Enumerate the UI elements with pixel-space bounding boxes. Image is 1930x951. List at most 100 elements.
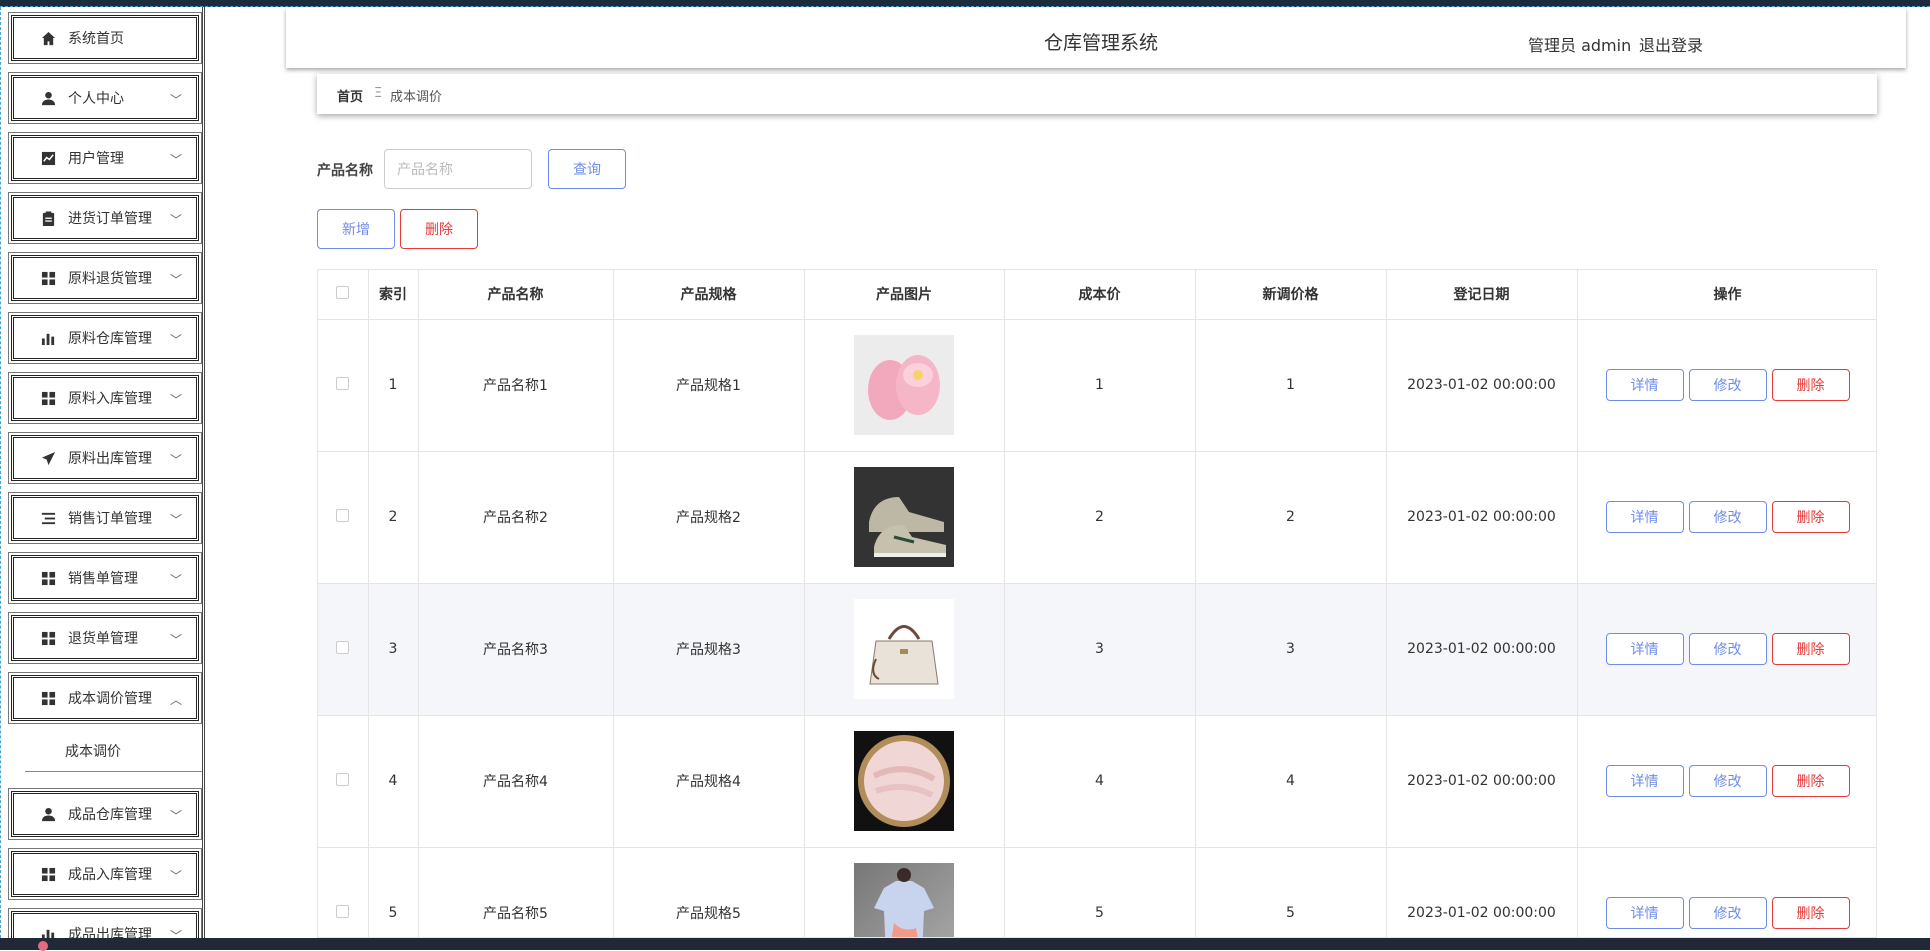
sidebar-item[interactable]: 成品仓库管理 ﹀: [1, 783, 202, 843]
cell-index: 5: [368, 847, 419, 937]
detail-button[interactable]: 详情: [1605, 501, 1684, 533]
table-row: 1 产品名称1 产品规格1 1 1 2023-01-02 00:00:00 详情 修改 删除: [318, 319, 1876, 452]
detail-button[interactable]: 详情: [1605, 369, 1684, 401]
delete-button[interactable]: 删除: [1771, 501, 1850, 533]
sidebar-item-box[interactable]: 原料仓库管理 ﹀: [8, 312, 202, 364]
search-label: 产品名称: [317, 163, 373, 179]
edit-button[interactable]: 修改: [1688, 897, 1767, 929]
row-checkbox[interactable]: [336, 508, 350, 522]
sidebar-item-box[interactable]: 销售单管理 ﹀: [8, 552, 202, 604]
sidebar-item[interactable]: 成品入库管理 ﹀: [1, 843, 202, 903]
sidebar-item-box[interactable]: 原料入库管理 ﹀: [8, 372, 202, 424]
row-checkbox[interactable]: [336, 376, 350, 390]
sidebar-item-label: 原料退货管理: [68, 271, 152, 287]
detail-button[interactable]: 详情: [1605, 633, 1684, 665]
sidebar-item[interactable]: 个人中心 ﹀: [1, 67, 202, 127]
cell-image: [804, 319, 1005, 452]
clipboard-icon: [40, 210, 56, 226]
delete-button[interactable]: 删除: [1771, 765, 1850, 797]
sidebar-item[interactable]: 退货单管理 ﹀: [1, 607, 202, 667]
product-image: [805, 599, 1004, 699]
sidebar-item-box[interactable]: 销售订单管理 ﹀: [8, 492, 202, 544]
row-select-cell: [318, 583, 369, 716]
delete-button[interactable]: 删除: [1771, 633, 1850, 665]
sidebar-item-box[interactable]: 系统首页: [8, 12, 202, 64]
sidebar-item-box[interactable]: 成本调价管理 ︿: [8, 672, 202, 724]
chevron-icon: ﹀: [169, 453, 182, 467]
edit-button[interactable]: 修改: [1688, 501, 1767, 533]
edit-button[interactable]: 修改: [1688, 633, 1767, 665]
cell-name: 产品名称2: [418, 451, 614, 584]
sidebar-item-box[interactable]: 成品出库管理 ﹀: [8, 908, 202, 938]
sidebar-item-box[interactable]: 成品入库管理 ﹀: [8, 848, 202, 900]
sidebar-item-label: 原料入库管理: [68, 391, 152, 407]
sidebar-item[interactable]: 原料退货管理 ﹀: [1, 247, 202, 307]
sidebar-item[interactable]: 成本调价管理 ︿: [1, 667, 202, 727]
sidebar-subitem-cost-adjust[interactable]: 成本调价: [1, 727, 202, 783]
cell-name: 产品名称5: [418, 847, 614, 937]
add-button[interactable]: 新增: [317, 209, 395, 249]
logout-link[interactable]: 退出登录: [1639, 32, 1703, 56]
cell-new-price: 5: [1195, 847, 1387, 937]
chevron-icon: ︿: [169, 693, 182, 707]
sidebar-item-box[interactable]: 成品仓库管理 ﹀: [8, 788, 202, 840]
cell-image: [804, 451, 1005, 584]
edit-button[interactable]: 修改: [1688, 765, 1767, 797]
grid-icon: [40, 390, 56, 406]
sidebar-item[interactable]: 成品出库管理 ﹀: [1, 903, 202, 938]
user-icon: [40, 90, 56, 106]
row-select-cell: [318, 715, 369, 848]
bar-chart-icon: [40, 330, 56, 346]
sidebar-item[interactable]: 原料仓库管理 ﹀: [1, 307, 202, 367]
sidebar-item-label: 进货订单管理: [68, 211, 152, 227]
select-all-checkbox[interactable]: [336, 285, 350, 299]
detail-button[interactable]: 详情: [1605, 897, 1684, 929]
cell-spec: 产品规格4: [613, 715, 805, 848]
delete-button[interactable]: 删除: [1771, 369, 1850, 401]
bar-chart-icon: [40, 926, 56, 938]
sidebar-item-label: 销售单管理: [68, 571, 138, 587]
cell-index: 4: [368, 715, 419, 848]
detail-button[interactable]: 详情: [1605, 765, 1684, 797]
grid-icon: [40, 866, 56, 882]
row-select-cell: [318, 847, 369, 937]
delete-button[interactable]: 删除: [1771, 897, 1850, 929]
chevron-icon: ﹀: [169, 273, 182, 287]
product-image: [805, 335, 1004, 435]
sidebar-item[interactable]: 原料入库管理 ﹀: [1, 367, 202, 427]
col-header-image: 产品图片: [804, 270, 1005, 320]
breadcrumb-home[interactable]: 首页: [337, 86, 363, 105]
row-checkbox[interactable]: [336, 640, 350, 654]
edit-button[interactable]: 修改: [1688, 369, 1767, 401]
submenu-divider: [25, 771, 202, 772]
cell-date: 2023-01-02 00:00:00: [1386, 451, 1578, 584]
data-table: 索引 产品名称 产品规格 产品图片 成本价 新调价格 登记日期 操作 1 产品名称…: [317, 269, 1877, 938]
cell-cost: 2: [1004, 451, 1196, 584]
sidebar-item-box[interactable]: 退货单管理 ﹀: [8, 612, 202, 664]
sidebar-item-box[interactable]: 原料退货管理 ﹀: [8, 252, 202, 304]
sidebar-item-box[interactable]: 个人中心 ﹀: [8, 72, 202, 124]
sidebar-item[interactable]: 系统首页: [1, 7, 202, 67]
batch-delete-button[interactable]: 删除: [400, 209, 478, 249]
sidebar-item[interactable]: 进货订单管理 ﹀: [1, 187, 202, 247]
sidebar-item-box[interactable]: 用户管理 ﹀: [8, 132, 202, 184]
cell-image: [804, 847, 1005, 937]
sidebar-item-box[interactable]: 原料出库管理 ﹀: [8, 432, 202, 484]
sidebar-item[interactable]: 原料出库管理 ﹀: [1, 427, 202, 487]
sidebar-item-label: 退货单管理: [68, 631, 138, 647]
col-header-name: 产品名称: [418, 270, 614, 320]
col-header-date: 登记日期: [1386, 270, 1578, 320]
taskbar-strip: [0, 938, 1930, 951]
col-header-actions: 操作: [1577, 270, 1876, 320]
row-checkbox[interactable]: [336, 904, 350, 918]
sidebar-item-box[interactable]: 进货订单管理 ﹀: [8, 192, 202, 244]
sidebar-item[interactable]: 销售单管理 ﹀: [1, 547, 202, 607]
row-checkbox[interactable]: [336, 772, 350, 786]
sidebar-item[interactable]: 销售订单管理 ﹀: [1, 487, 202, 547]
search-input[interactable]: [384, 149, 532, 189]
sidebar-item[interactable]: 用户管理 ﹀: [1, 127, 202, 187]
table-row: 3 产品名称3 产品规格3 3 3 2023-01-02 00:00:00 详情 修改 删除: [318, 583, 1876, 716]
query-button[interactable]: 查询: [548, 149, 626, 189]
sidebar-item-label: 成品入库管理: [68, 867, 152, 883]
send-icon: [40, 450, 56, 466]
